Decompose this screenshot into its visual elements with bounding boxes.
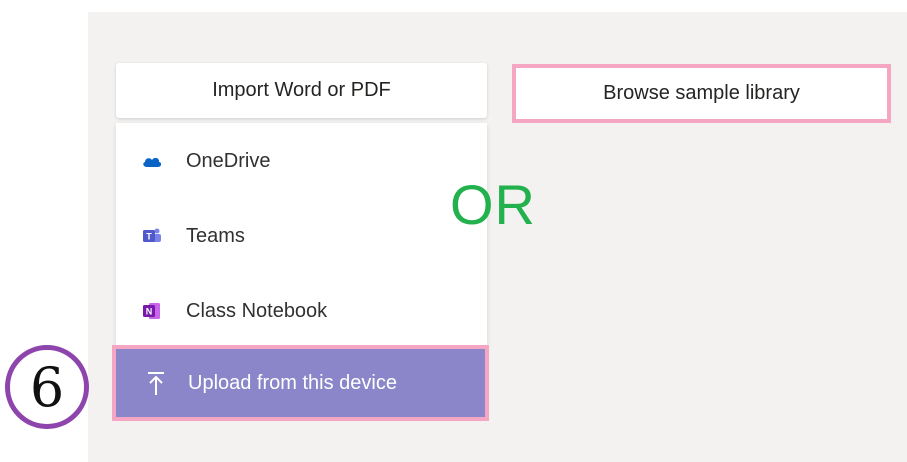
import-word-pdf-button[interactable]: Import Word or PDF — [116, 63, 487, 118]
svg-text:N: N — [146, 307, 153, 317]
upload-button-label: Upload from this device — [188, 371, 397, 394]
import-menu: OneDrive T Teams N Class Notebook — [116, 123, 487, 345]
teams-icon: T — [142, 226, 162, 246]
upload-from-device-button[interactable]: Upload from this device — [112, 345, 489, 421]
svg-text:T: T — [146, 232, 152, 242]
menu-item-teams[interactable]: T Teams — [116, 214, 487, 258]
menu-item-label: Teams — [186, 224, 245, 247]
upload-arrow-icon — [146, 371, 166, 402]
step-number-badge: 6 — [5, 345, 89, 429]
onedrive-cloud-icon — [142, 151, 162, 171]
menu-item-label: OneDrive — [186, 149, 271, 172]
browse-sample-library-button[interactable]: Browse sample library — [512, 64, 891, 123]
import-button-label: Import Word or PDF — [212, 79, 391, 101]
step-number: 6 — [29, 355, 65, 419]
menu-item-label: Class Notebook — [186, 299, 328, 322]
menu-item-onedrive[interactable]: OneDrive — [116, 139, 487, 183]
or-annotation: OR — [450, 173, 536, 236]
class-notebook-icon: N — [142, 301, 162, 321]
menu-item-class-notebook[interactable]: N Class Notebook — [116, 289, 487, 333]
browse-button-label: Browse sample library — [603, 82, 800, 104]
